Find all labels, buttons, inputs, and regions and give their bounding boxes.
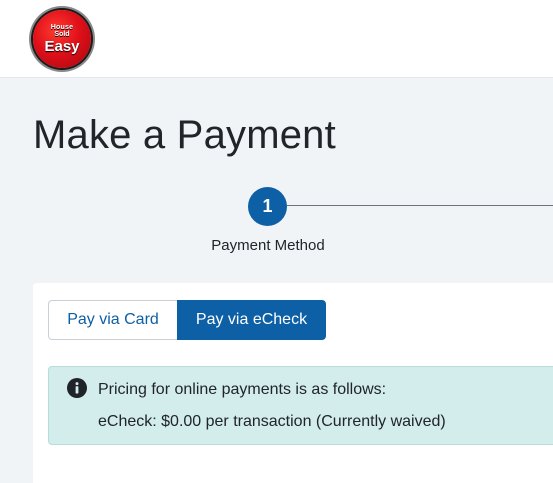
step-1-indicator: 1 [248, 187, 287, 226]
logo-text-easy: Easy [44, 38, 80, 55]
step-1-label: Payment Method [211, 237, 325, 254]
pricing-info-alert: Pricing for online payments is as follow… [48, 366, 553, 445]
payment-method-toggle: Pay via Card Pay via eCheck [48, 300, 326, 340]
house-sold-easy-logo[interactable]: House Sold Easy [33, 10, 91, 68]
payment-card: Pay via Card Pay via eCheck Pricing for … [33, 283, 553, 483]
page-title: Make a Payment [33, 113, 336, 157]
logo-text-sold: Sold [54, 31, 70, 38]
top-bar: House Sold Easy [0, 0, 553, 78]
stepper-connector-line [287, 205, 553, 206]
pay-via-card-button[interactable]: Pay via Card [48, 300, 177, 340]
logo-text-house: House [50, 24, 74, 31]
alert-echeck-pricing: eCheck: $0.00 per transaction (Currently… [98, 413, 446, 430]
info-circle-icon [67, 378, 87, 398]
alert-pricing-heading: Pricing for online payments is as follow… [98, 381, 387, 398]
pay-via-echeck-button[interactable]: Pay via eCheck [177, 300, 326, 340]
